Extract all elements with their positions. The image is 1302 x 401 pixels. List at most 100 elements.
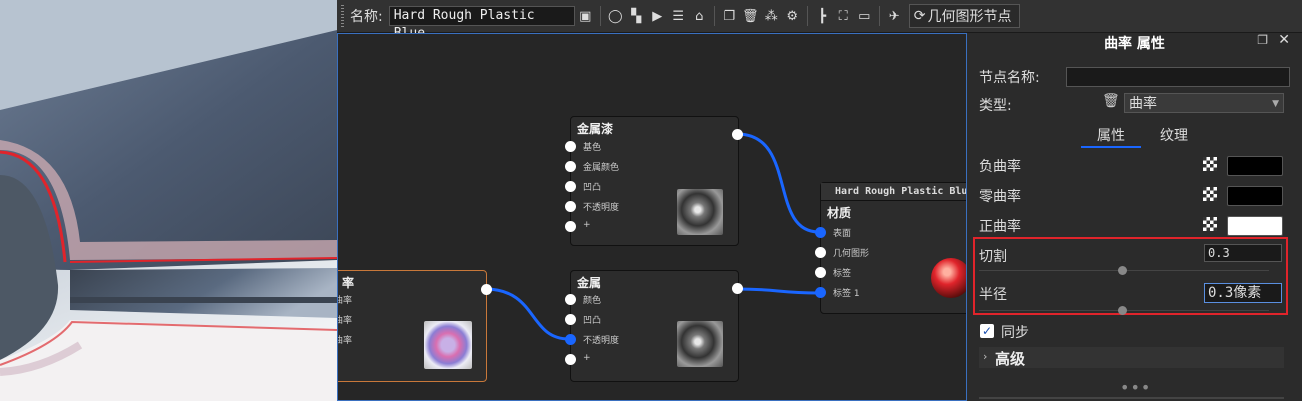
port-label: 不透明度 xyxy=(583,336,620,346)
toolbar-separator xyxy=(713,6,715,26)
mode-dropdown[interactable]: ⟳ 几何图形节点 xyxy=(908,4,1021,28)
node-title: 金属漆 xyxy=(577,122,614,136)
metal-node[interactable]: 金属 颜色 凹凸 不透明度 + xyxy=(565,270,743,382)
port-label: 颜色 xyxy=(583,296,602,306)
metallic-paint-preview-thumbnail xyxy=(677,189,723,235)
port-label: 曲率 xyxy=(338,316,353,326)
type-dropdown-value: 曲率 xyxy=(1129,96,1157,112)
sliders-icon[interactable]: ☰ xyxy=(670,8,687,25)
curvature-preview-thumbnail xyxy=(424,321,472,369)
node-graph-canvas[interactable]: 率 曲率 曲率 曲率 金属漆 基色 金属颜色 凹凸 不透明度 + 金属 颜色 凹… xyxy=(337,33,967,401)
zero-curvature-label: 零曲率 xyxy=(979,189,1021,205)
group-icon[interactable]: ⁂ xyxy=(763,8,780,25)
texture-toggle-icon[interactable] xyxy=(1203,217,1217,231)
slider-knob[interactable] xyxy=(1118,306,1127,315)
port-label: + xyxy=(583,220,591,230)
material-output-node[interactable]: Hard Rough Plastic Blu 材质 表面 几何图形 标签 标签 … xyxy=(815,182,966,314)
3d-viewport[interactable] xyxy=(0,0,337,401)
sphere-preview-icon[interactable]: ◯ xyxy=(607,8,624,25)
type-label: 类型: xyxy=(979,98,1012,114)
negative-curvature-color-swatch[interactable] xyxy=(1227,156,1283,176)
zoom-100-icon[interactable]: ▭ xyxy=(856,8,873,25)
wire-metallic-paint-to-surface xyxy=(736,132,820,234)
cut-label: 切割 xyxy=(979,249,1007,265)
input-port[interactable] xyxy=(565,221,576,232)
input-port-connected[interactable] xyxy=(815,287,826,298)
advanced-section-header[interactable]: › 高级 xyxy=(979,347,1284,368)
tab-properties[interactable]: 属性 xyxy=(1081,125,1141,148)
input-port-connected[interactable] xyxy=(815,227,826,238)
curvature-node[interactable]: 率 曲率 曲率 曲率 xyxy=(338,270,492,382)
trash-icon[interactable]: 🗑 xyxy=(1102,93,1120,109)
node-editor-toolbar: 名称: Hard Rough Plastic Blue ▣ ◯ ▚ ▶ ☰ ⌂ … xyxy=(337,0,1302,41)
input-port-connected[interactable] xyxy=(565,334,576,345)
panel-title: 曲率 属性 xyxy=(1104,36,1165,52)
properties-panel: 曲率 属性 ❐ ✕ 节点名称: 类型: 🗑 曲率 ▼ 属性 纹理 负曲率 零曲率… xyxy=(967,32,1302,401)
cut-value-input[interactable]: 0.3 xyxy=(1204,244,1282,262)
port-label: 凹凸 xyxy=(583,316,602,326)
input-port[interactable] xyxy=(565,294,576,305)
port-label: 曲率 xyxy=(338,296,353,306)
slider-knob[interactable] xyxy=(1118,266,1127,275)
advanced-label: 高级 xyxy=(995,350,1026,368)
sync-checkbox[interactable]: ✓ xyxy=(980,324,994,338)
tab-texture[interactable]: 纹理 xyxy=(1151,125,1197,145)
more-options-icon[interactable]: ••• xyxy=(1120,378,1151,397)
copy-icon[interactable]: ❐ xyxy=(721,8,738,25)
refresh-icon: ⟳ xyxy=(913,8,926,24)
wire-curvature-to-opacity xyxy=(484,287,570,341)
input-port[interactable] xyxy=(815,267,826,278)
material-name-input[interactable]: Hard Rough Plastic Blue xyxy=(388,6,575,41)
texture-toggle-icon[interactable] xyxy=(1203,157,1217,171)
input-port[interactable] xyxy=(565,314,576,325)
node-name-input[interactable] xyxy=(1066,67,1290,87)
input-port[interactable] xyxy=(565,201,576,212)
clear-icon[interactable]: ⌂ xyxy=(691,8,708,25)
radius-value-input[interactable]: 0.3像素 xyxy=(1204,283,1282,303)
port-label: 金属颜色 xyxy=(583,163,620,173)
toolbar-grip[interactable] xyxy=(341,5,344,27)
name-label: 名称: xyxy=(350,9,383,25)
port-label: 曲率 xyxy=(338,336,353,346)
input-port[interactable] xyxy=(565,141,576,152)
pin-icon[interactable]: ✈ xyxy=(886,8,903,25)
sync-label: 同步 xyxy=(1001,325,1029,341)
radius-slider[interactable] xyxy=(979,306,1269,315)
toolbar-separator xyxy=(806,6,808,26)
cut-slider[interactable] xyxy=(979,266,1269,275)
layout-icon[interactable]: ┣ xyxy=(814,8,831,25)
node-title: 金属 xyxy=(577,276,602,290)
output-port[interactable] xyxy=(732,283,743,294)
zero-curvature-color-swatch[interactable] xyxy=(1227,186,1283,206)
panel-header: 曲率 属性 ❐ ✕ xyxy=(967,32,1302,52)
input-port[interactable] xyxy=(565,161,576,172)
toolbar-separator xyxy=(599,6,601,26)
rendered-object-image xyxy=(0,0,337,401)
float-panel-icon[interactable]: ❐ xyxy=(1257,33,1268,47)
node-title: 材质 xyxy=(827,206,852,220)
close-icon[interactable]: ✕ xyxy=(1278,32,1290,48)
play-icon[interactable]: ▶ xyxy=(649,8,666,25)
texture-toggle-icon[interactable] xyxy=(1203,187,1217,201)
port-label: 表面 xyxy=(833,229,852,239)
checker-preview-icon[interactable]: ▚ xyxy=(628,8,645,25)
network-icon[interactable]: ⚙ xyxy=(784,8,801,25)
output-port[interactable] xyxy=(732,129,743,140)
fit-view-icon[interactable]: ⛶ xyxy=(835,8,852,25)
output-port[interactable] xyxy=(481,284,492,295)
input-port[interactable] xyxy=(565,181,576,192)
port-label: 不透明度 xyxy=(583,203,620,213)
delete-icon[interactable]: 🗑 xyxy=(742,8,759,25)
metallic-paint-node[interactable]: 金属漆 基色 金属颜色 凹凸 不透明度 + xyxy=(565,116,743,246)
wire-metal-to-label1 xyxy=(736,287,820,295)
save-icon[interactable]: ▣ xyxy=(577,8,594,25)
type-dropdown[interactable]: 曲率 ▼ xyxy=(1124,93,1284,113)
positive-curvature-color-swatch[interactable] xyxy=(1227,216,1283,236)
negative-curvature-label: 负曲率 xyxy=(979,159,1021,175)
input-port[interactable] xyxy=(565,354,576,365)
port-label: 凹凸 xyxy=(583,183,602,193)
material-preview-sphere xyxy=(931,258,966,298)
port-label: 标签 xyxy=(833,269,852,279)
input-port[interactable] xyxy=(815,247,826,258)
toolbar-separator xyxy=(878,6,880,26)
